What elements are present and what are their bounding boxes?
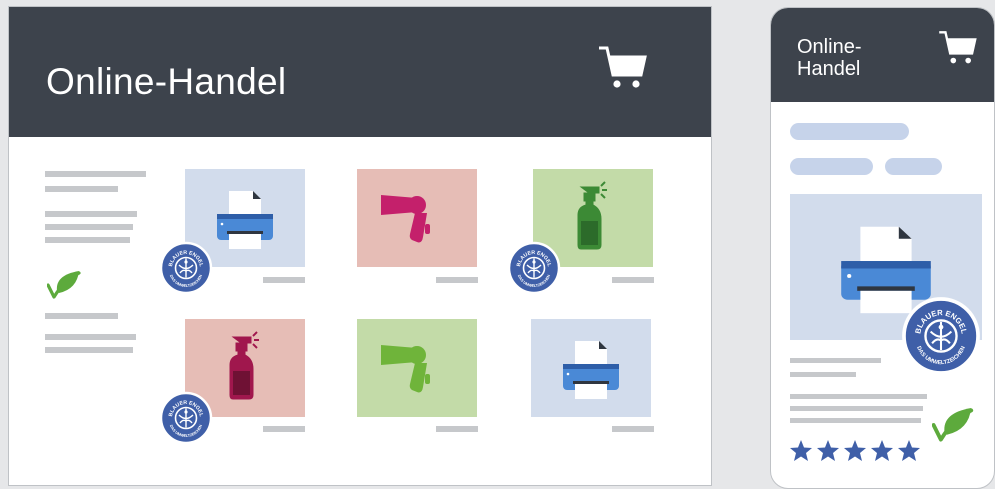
hair-dryer-icon bbox=[357, 319, 477, 417]
star-icon bbox=[844, 440, 866, 461]
product-price-placeholder bbox=[612, 426, 654, 432]
mobile-placeholder-line bbox=[790, 394, 927, 399]
desktop-shop-window: Online-Handel BLAUER ENGEL DAS UMWELTZEI… bbox=[8, 6, 712, 486]
product-price-placeholder bbox=[436, 277, 478, 283]
star-icon bbox=[817, 440, 839, 461]
sidebar-placeholder-line bbox=[45, 347, 133, 353]
product-tile-hair-dryer[interactable] bbox=[357, 319, 477, 417]
mobile-placeholder-pill bbox=[790, 123, 909, 140]
product-price-placeholder bbox=[436, 426, 478, 432]
star-icon bbox=[871, 440, 893, 461]
sidebar-placeholder-line bbox=[45, 237, 130, 243]
sidebar-placeholder-line bbox=[45, 211, 137, 217]
product-price-placeholder bbox=[263, 277, 305, 283]
blauer-engel-seal-icon: BLAUER ENGEL DAS UMWELTZEICHEN bbox=[159, 391, 213, 445]
rating-stars bbox=[789, 439, 921, 463]
mobile-shop-window: Online-Handel BLAUER ENGEL DAS UMWELTZEI… bbox=[770, 7, 995, 489]
sidebar-placeholder-line bbox=[45, 334, 136, 340]
shopping-cart-icon[interactable] bbox=[599, 45, 647, 91]
sidebar-placeholder-line bbox=[45, 171, 146, 177]
product-tile-hair-dryer[interactable] bbox=[357, 169, 477, 267]
product-price-placeholder bbox=[612, 277, 654, 283]
mobile-placeholder-line bbox=[790, 418, 921, 423]
sidebar-placeholder-line bbox=[45, 313, 118, 319]
sidebar-placeholder-line bbox=[45, 186, 118, 192]
star-icon bbox=[790, 440, 812, 461]
product-tile-printer[interactable] bbox=[531, 319, 651, 417]
eco-leaf-check-icon bbox=[932, 408, 974, 442]
mobile-placeholder-line bbox=[790, 358, 881, 363]
eco-leaf-check-icon[interactable] bbox=[47, 271, 81, 299]
mobile-header: Online-Handel bbox=[771, 8, 994, 102]
mobile-placeholder-pill bbox=[885, 158, 942, 175]
mobile-placeholder-line bbox=[790, 372, 856, 377]
product-price-placeholder bbox=[263, 426, 305, 432]
mobile-placeholder-pill bbox=[790, 158, 873, 175]
star-icon bbox=[898, 440, 920, 461]
shopping-cart-icon[interactable] bbox=[939, 30, 977, 66]
blauer-engel-seal-icon: BLAUER ENGEL DAS UMWELTZEICHEN bbox=[507, 241, 561, 295]
desktop-header: Online-Handel bbox=[9, 7, 711, 137]
mobile-placeholder-line bbox=[790, 406, 923, 411]
sidebar-placeholder-line bbox=[45, 224, 133, 230]
hair-dryer-icon bbox=[357, 169, 477, 267]
mobile-page-title: Online-Handel bbox=[797, 36, 862, 80]
blauer-engel-seal-icon: BLAUER ENGEL DAS UMWELTZEICHEN bbox=[159, 241, 213, 295]
printer-icon bbox=[531, 319, 651, 417]
page-title: Online-Handel bbox=[46, 61, 287, 102]
blauer-engel-seal-icon: BLAUER ENGEL DAS UMWELTZEICHEN bbox=[902, 297, 980, 375]
